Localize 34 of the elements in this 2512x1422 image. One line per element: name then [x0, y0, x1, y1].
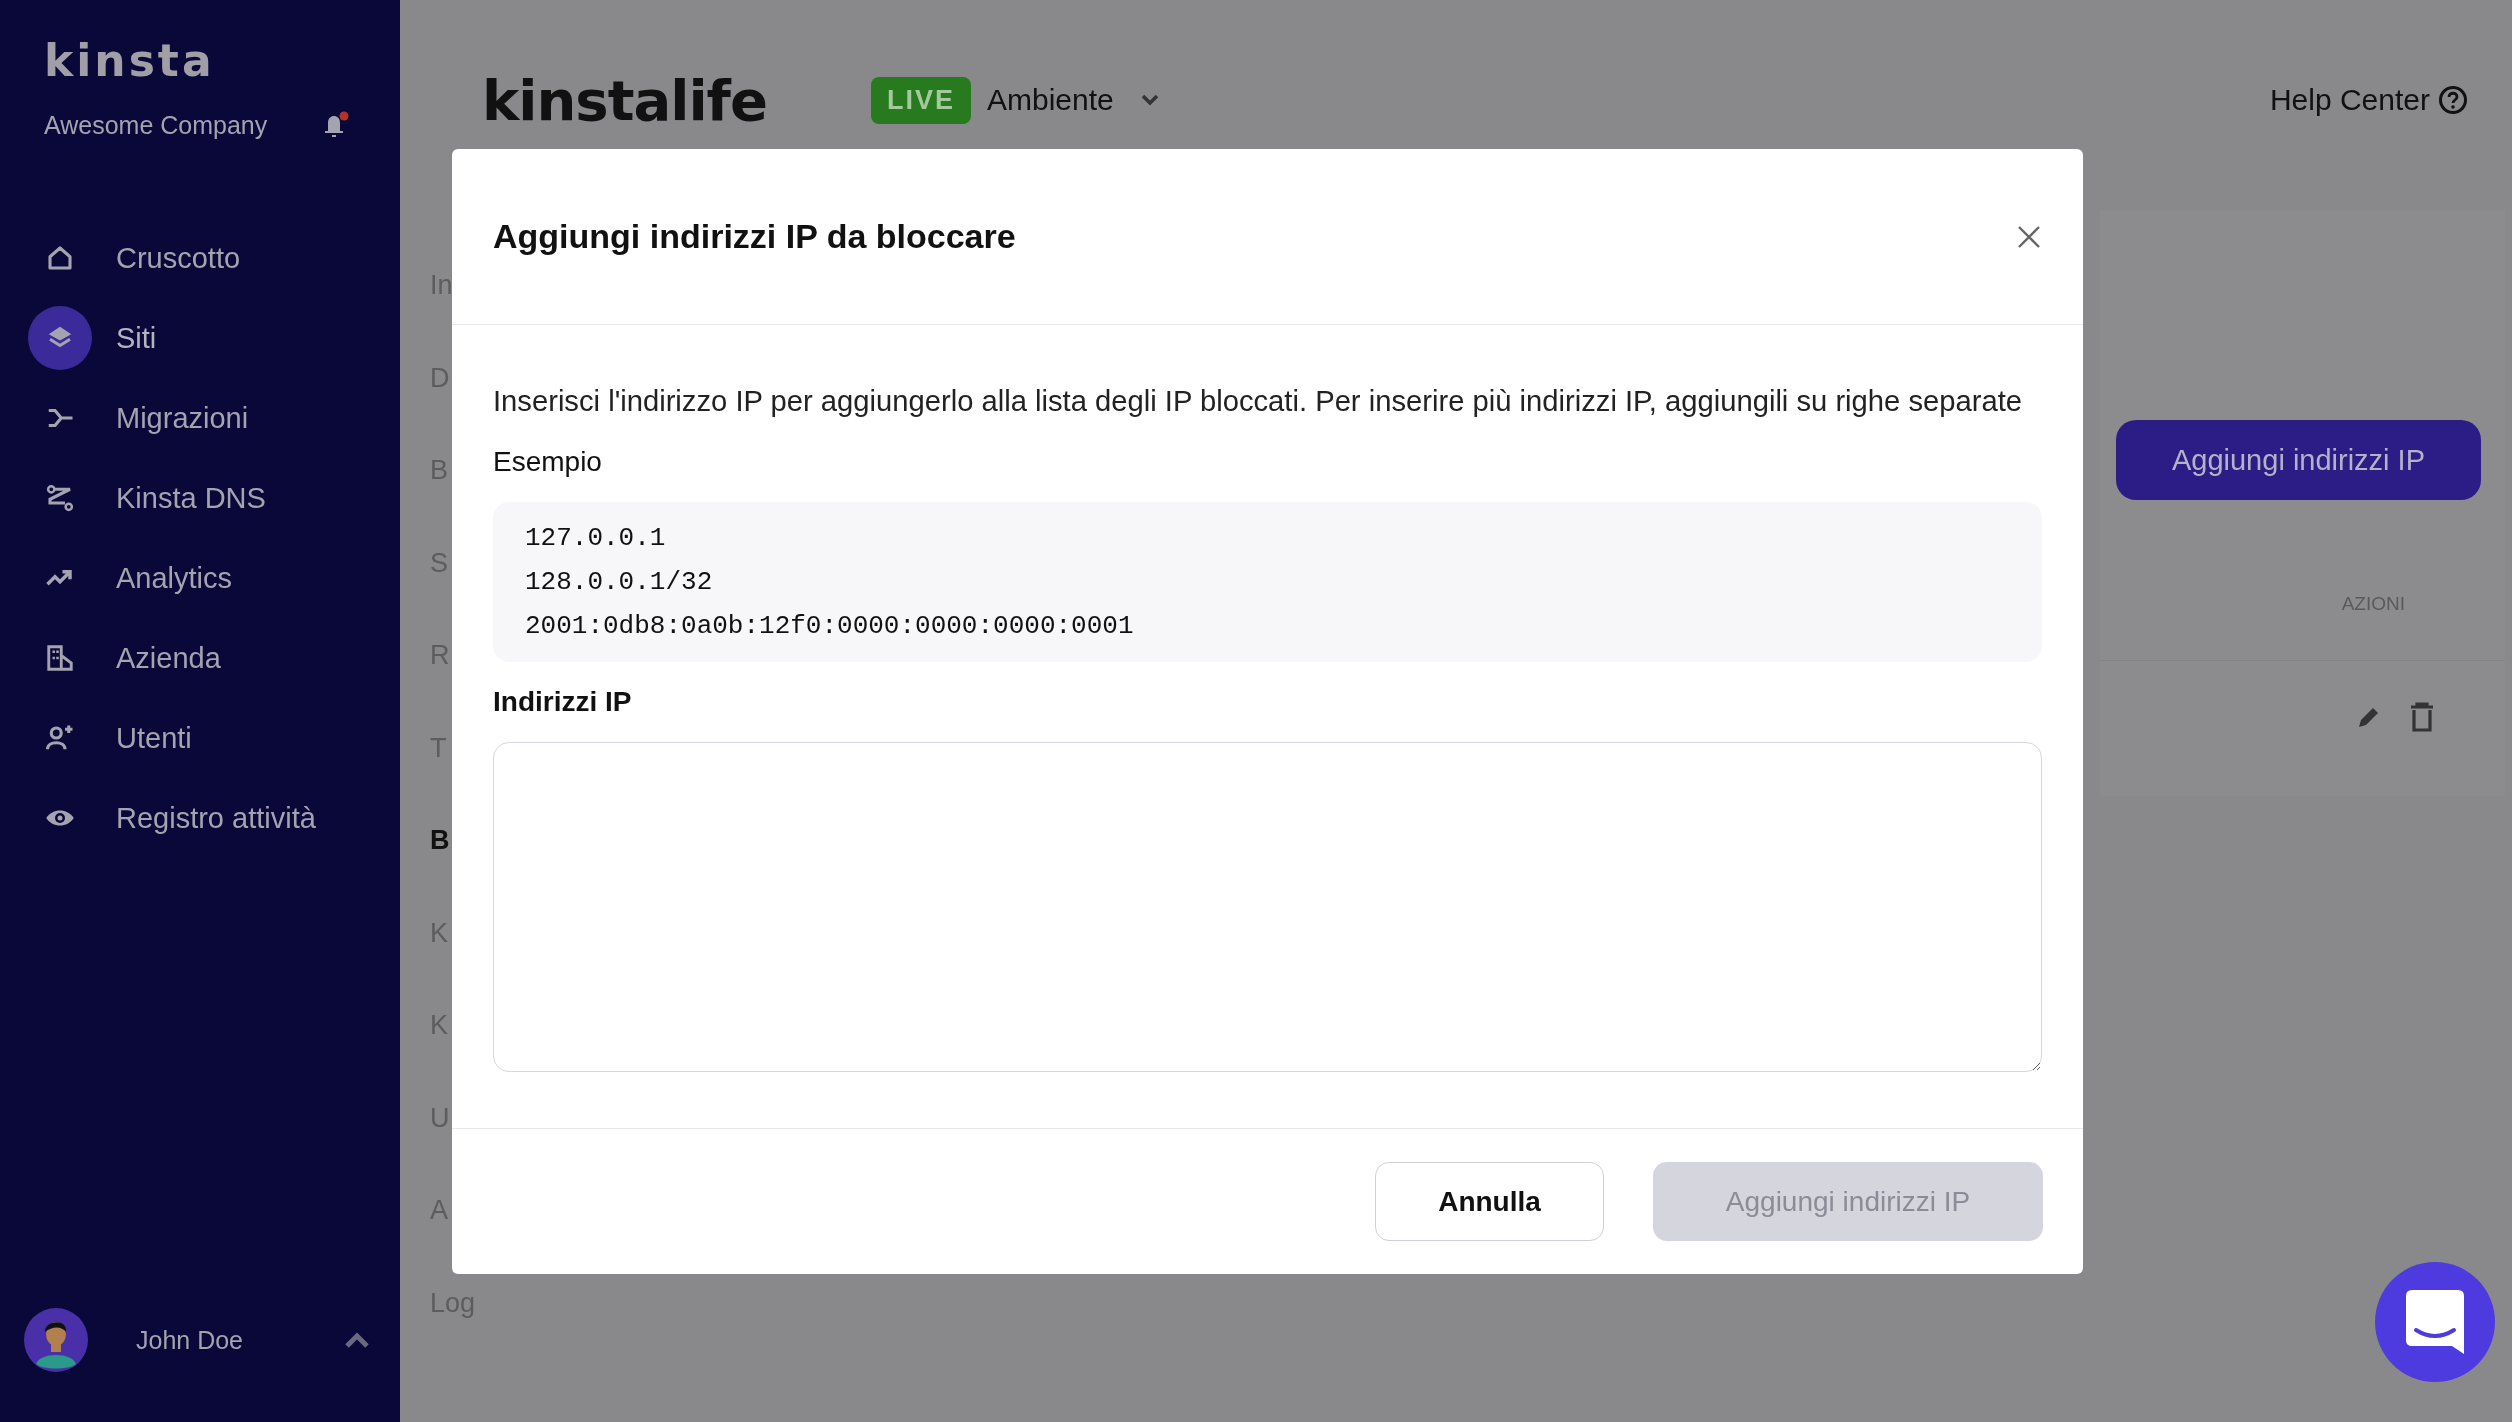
example-label: Esempio [493, 445, 603, 479]
nav-item[interactable]: Cruscotto [0, 218, 400, 298]
nav-item[interactable]: Analytics [0, 538, 400, 618]
building-icon [45, 643, 75, 673]
kinsta-logo[interactable]: kinsta [44, 36, 215, 86]
site-name: kinstalife [482, 67, 767, 133]
avatar[interactable] [24, 1308, 88, 1372]
field-label: Indirizzi IP [493, 685, 633, 719]
dialog-description: Inserisci l'indirizzo IP per aggiungerlo alla lista degli IP bloccati. Per inserire più indirizzi IP, aggiungili su righe separate [493, 384, 2023, 419]
code-line: 127.0.0.1 [525, 522, 666, 555]
help-center-link[interactable]: Help Center [2269, 83, 2430, 117]
code-line: 2001:0db8:0a0b:12f0:0000:0000:0000:0001 [525, 610, 1134, 643]
company-name[interactable]: Awesome Company [44, 110, 268, 140]
nav-item[interactable]: Siti [0, 298, 400, 378]
code-line: 128.0.0.1/32 [525, 566, 713, 599]
environment-badge: LIVE [870, 76, 971, 124]
nav-item[interactable]: Kinsta DNS [0, 458, 400, 538]
environment-selector[interactable]: Ambiente [986, 83, 1114, 117]
add-ip-button[interactable]: Aggiungi indirizzi IP [2116, 420, 2481, 500]
cancel-button[interactable]: Annulla [1375, 1162, 1604, 1241]
close-icon[interactable] [2016, 223, 2042, 250]
dialog-title: Aggiungi indirizzi IP da bloccare [493, 217, 1016, 256]
nav-link[interactable]: B [430, 824, 450, 856]
user-name[interactable]: John Doe [136, 1325, 244, 1355]
help-icon[interactable] [2438, 85, 2468, 115]
chevron-up-icon[interactable] [344, 1331, 370, 1349]
nav-item[interactable]: Utenti [0, 698, 400, 778]
chevron-down-icon[interactable] [1139, 93, 1160, 107]
nav-item[interactable]: Migrazioni [0, 378, 400, 458]
home-icon [45, 243, 75, 273]
ip-address-field[interactable] [493, 742, 2042, 1072]
nav-item[interactable]: Azienda [0, 618, 400, 698]
nav-item[interactable]: Registro attività [0, 778, 400, 858]
chat-icon [2406, 1290, 2464, 1354]
